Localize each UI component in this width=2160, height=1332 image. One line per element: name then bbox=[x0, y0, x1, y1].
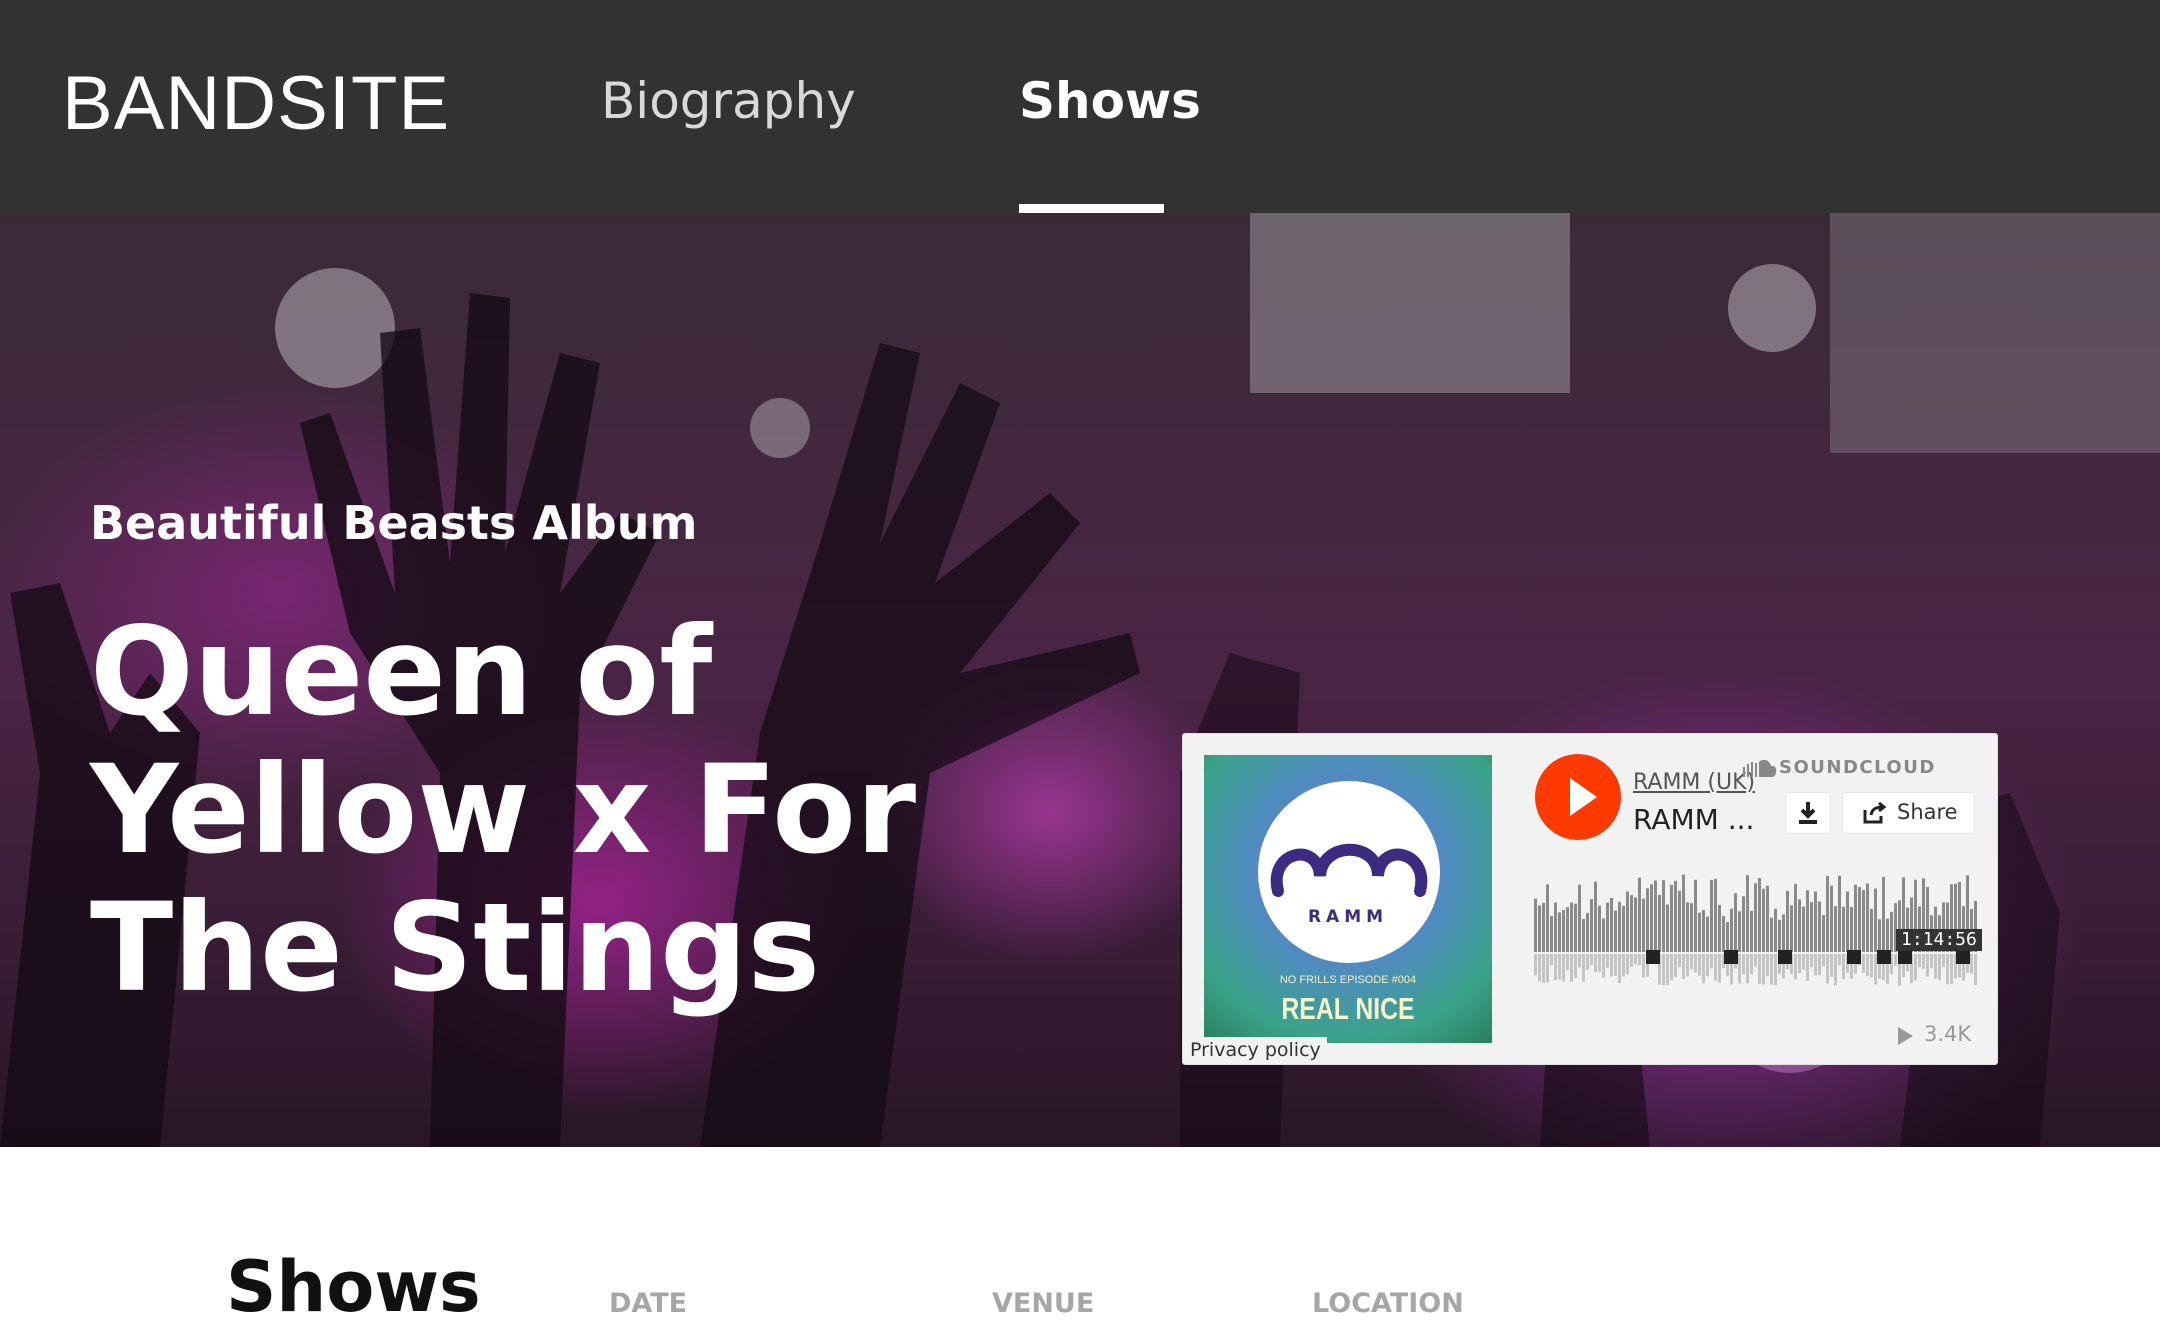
soundcloud-brand[interactable]: SOUNDCLOUD bbox=[1779, 759, 1936, 777]
ramm-logo-circle bbox=[1258, 781, 1440, 963]
share-icon bbox=[1863, 801, 1887, 824]
track-title[interactable]: RAMM ... bbox=[1633, 806, 1754, 834]
privacy-policy-link[interactable]: Privacy policy bbox=[1184, 1037, 1327, 1063]
shows-heading: Shows bbox=[226, 1246, 481, 1328]
hero-subtitle: Beautiful Beasts Album bbox=[90, 496, 698, 550]
artwork-episode-text: NO FRILLS EPISODE #004 bbox=[1279, 974, 1417, 986]
column-header-location: LOCATION bbox=[1312, 1288, 1464, 1319]
nav-item-biography[interactable]: Biography bbox=[601, 76, 856, 126]
track-artwork[interactable]: RAMM NO FRILLS EPISODE #004 REAL NICE bbox=[1204, 755, 1492, 1043]
soundcloud-player: RAMM NO FRILLS EPISODE #004 REAL NICE Pr… bbox=[1182, 733, 1998, 1065]
play-count-icon bbox=[1898, 1027, 1913, 1045]
nav-active-indicator bbox=[1019, 204, 1164, 213]
play-icon bbox=[1570, 778, 1597, 816]
site-logo[interactable]: BANDSITE bbox=[62, 66, 450, 142]
site-header: BANDSITE Biography Shows bbox=[0, 0, 2160, 213]
soundcloud-cloud-icon bbox=[1743, 759, 1777, 777]
artwork-logo-text: RAMM bbox=[1307, 907, 1389, 927]
share-button[interactable]: Share bbox=[1842, 792, 1975, 834]
column-header-venue: VENUE bbox=[992, 1288, 1095, 1319]
track-duration: 1:14:56 bbox=[1896, 929, 1982, 951]
play-count-value: 3.4K bbox=[1924, 1022, 1972, 1046]
track-user-link[interactable]: RAMM (UK) bbox=[1633, 772, 1755, 794]
share-label: Share bbox=[1897, 800, 1958, 824]
ramm-logo-icon bbox=[1270, 843, 1428, 897]
hero-banner: Beautiful Beasts Album Queen of Yellow x… bbox=[0, 213, 2160, 1147]
hero-title: Queen of Yellow x For The Stings bbox=[90, 601, 917, 1019]
download-button[interactable] bbox=[1785, 792, 1831, 834]
download-icon bbox=[1799, 802, 1817, 824]
play-button[interactable] bbox=[1535, 754, 1621, 840]
artwork-release-text: REAL NICE bbox=[1281, 991, 1415, 1026]
nav-item-shows[interactable]: Shows bbox=[1019, 76, 1201, 126]
column-header-date: DATE bbox=[609, 1288, 688, 1319]
